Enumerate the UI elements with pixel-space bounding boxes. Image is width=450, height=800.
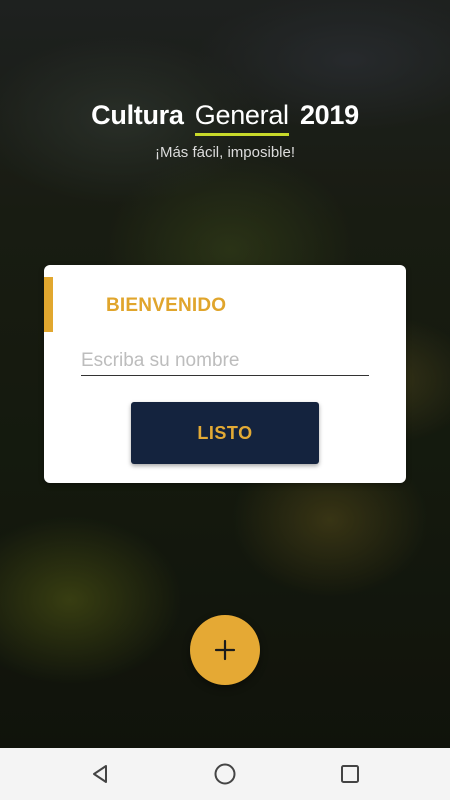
app-title: Cultura General 2019 [0,100,450,136]
submit-button[interactable]: LISTO [131,402,319,464]
card-accent-bar [44,277,53,332]
plus-icon [214,639,236,661]
title-part-2: General [194,100,289,136]
system-nav-bar [0,748,450,800]
recents-square-icon [341,765,359,783]
back-triangle-icon [93,765,107,783]
welcome-card: BIENVENIDO LISTO [44,265,406,483]
welcome-heading: BIENVENIDO [106,295,227,316]
nav-back-button[interactable] [87,761,113,787]
add-fab-button[interactable] [190,615,260,685]
app-subtitle: ¡Más fácil, imposible! [154,144,296,161]
title-part-1: Cultura [91,100,184,130]
home-circle-icon [214,763,236,785]
nav-recents-button[interactable] [337,761,363,787]
title-part-3: 2019 [299,100,359,130]
name-input[interactable] [81,347,369,376]
nav-home-button[interactable] [212,761,238,787]
